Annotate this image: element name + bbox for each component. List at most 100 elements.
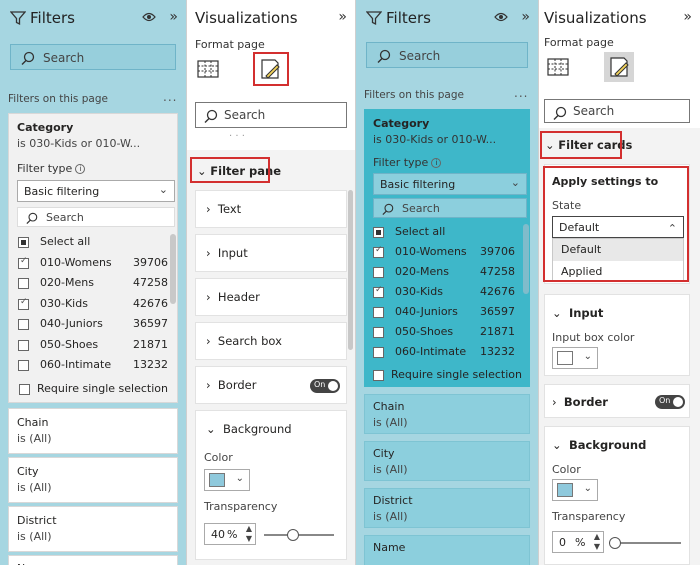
list-item[interactable]: Select all — [373, 224, 515, 242]
district-filter-card[interactable]: District is (All) — [8, 506, 178, 552]
list-item[interactable]: 060-Intimate 13232 — [373, 344, 515, 362]
state-select[interactable]: Default ⌃ — [552, 216, 684, 238]
state-option-applied[interactable]: Applied — [553, 261, 683, 283]
list-item[interactable]: 060-Intimate 13232 — [18, 357, 168, 375]
filters-header: Filters » — [0, 0, 186, 36]
list-item[interactable]: 050-Shoes 21871 — [373, 324, 515, 342]
viz-search-input[interactable]: Search — [195, 102, 347, 128]
chain-filter-card[interactable]: Chain is (All) — [8, 408, 178, 454]
category-filter-card[interactable]: Category is 030-Kids or 010-W... Filter … — [364, 109, 530, 387]
category-search-input[interactable]: Search — [17, 207, 175, 227]
transparency-slider[interactable] — [264, 529, 334, 541]
category-search-input[interactable]: Search — [373, 198, 527, 218]
transparency-input[interactable]: 40% ▲ ▼ — [204, 523, 256, 545]
background-card[interactable]: ⌄ Background Color ⌄ Transparency 40% ▲ ▼ — [195, 410, 347, 560]
name-filter-card[interactable]: Na — [8, 555, 178, 565]
input-box-color-picker[interactable]: ⌄ — [552, 347, 598, 369]
filter-pane-section[interactable]: ⌄ Filter pane — [197, 164, 281, 178]
list-item[interactable]: 040-Juniors 36597 — [18, 316, 168, 334]
collapse-icon[interactable]: » — [169, 9, 178, 25]
background-color-picker[interactable]: ⌄ — [552, 479, 598, 501]
require-single-checkbox[interactable] — [19, 384, 30, 395]
filters-search-input[interactable]: Search — [10, 44, 176, 70]
viz-format-sections: ⌄ Filter pane › Text › Input › Header › … — [187, 150, 355, 565]
item-checkbox[interactable] — [373, 285, 384, 298]
eye-icon[interactable] — [142, 11, 156, 23]
district-filter-card[interactable]: District is (All) — [364, 488, 530, 528]
transparency-slider[interactable] — [609, 537, 681, 549]
list-item[interactable]: 010-Womens 39706 — [18, 255, 168, 273]
collapse-icon[interactable]: » — [683, 9, 692, 25]
table-grid-icon[interactable] — [547, 56, 569, 78]
item-label: 050-Shoes — [395, 325, 454, 338]
format-brush-icon[interactable] — [255, 54, 285, 84]
item-checkbox[interactable] — [18, 339, 29, 351]
city-filter-card[interactable]: City is (All) — [8, 457, 178, 503]
background-color-picker[interactable]: ⌄ — [204, 469, 250, 491]
item-checkbox[interactable] — [18, 360, 29, 371]
item-count: 47258 — [480, 265, 515, 278]
list-item[interactable]: 020-Mens 47258 — [373, 264, 515, 282]
list-item[interactable]: 020-Mens 47258 — [18, 275, 168, 293]
viz-search-input[interactable]: Search — [544, 99, 690, 123]
chain-filter-card[interactable]: Chain is (All) — [364, 394, 530, 434]
item-checkbox[interactable] — [18, 278, 29, 289]
require-single-selection[interactable]: Require single selection — [19, 382, 174, 398]
require-single-selection[interactable]: Require single selection — [373, 368, 528, 384]
text-card[interactable]: › Text — [195, 190, 347, 228]
item-checkbox[interactable] — [373, 227, 384, 238]
filters-title: Filters — [30, 9, 75, 27]
filters-search-input[interactable]: Search — [366, 42, 528, 68]
list-item[interactable]: Select all — [18, 234, 168, 252]
city-filter-card[interactable]: City is (All) — [364, 441, 530, 481]
search-icon — [553, 106, 567, 120]
background-card[interactable]: ⌄ Background Color ⌄ Transparency 0% ▲ ▼ — [544, 426, 690, 565]
list-item[interactable]: 030-Kids 42676 — [373, 284, 515, 302]
table-grid-icon[interactable] — [197, 58, 219, 80]
search-icon — [204, 109, 218, 123]
border-card[interactable]: › Border On — [195, 366, 347, 404]
list-scrollbar[interactable] — [523, 224, 529, 294]
border-toggle[interactable]: On — [655, 395, 685, 409]
item-checkbox[interactable] — [373, 267, 384, 278]
item-checkbox[interactable] — [18, 237, 29, 248]
filter-type-select[interactable]: Basic filtering ⌄ — [17, 180, 175, 202]
require-single-checkbox[interactable] — [373, 370, 384, 381]
collapse-icon[interactable]: » — [521, 9, 530, 25]
list-item[interactable]: 010-Womens 39706 — [373, 244, 515, 262]
item-checkbox[interactable] — [18, 256, 29, 269]
slider-handle[interactable] — [287, 529, 299, 541]
search-placeholder: Search — [402, 202, 440, 215]
list-item[interactable]: 050-Shoes 21871 — [18, 337, 168, 355]
filter-type-select[interactable]: Basic filtering ⌄ — [373, 173, 527, 195]
border-card[interactable]: › Border On — [544, 384, 690, 418]
item-label: 050-Shoes — [40, 337, 99, 351]
item-checkbox[interactable] — [18, 319, 29, 330]
eye-icon[interactable] — [494, 11, 508, 23]
item-checkbox[interactable] — [373, 347, 384, 358]
format-brush-icon[interactable] — [604, 52, 634, 82]
category-filter-card[interactable]: Category is 030-Kids or 010-W... Filter … — [8, 113, 178, 403]
item-checkbox[interactable] — [18, 297, 29, 310]
item-checkbox[interactable] — [373, 307, 384, 318]
more-options-icon[interactable]: ... — [163, 90, 177, 104]
state-option-default[interactable]: Default — [553, 239, 683, 261]
slider-handle[interactable] — [609, 537, 621, 549]
header-card[interactable]: › Header — [195, 278, 347, 316]
item-checkbox[interactable] — [373, 327, 384, 338]
collapse-icon[interactable]: » — [338, 9, 347, 25]
viz-scrollbar[interactable] — [348, 190, 353, 350]
filter-cards-section[interactable]: ⌄ Filter cards — [545, 138, 632, 152]
name-filter-card[interactable]: Name — [364, 535, 530, 565]
more-options-icon[interactable]: ... — [514, 86, 528, 100]
input-card[interactable]: › Input — [195, 234, 347, 272]
transparency-label: Transparency — [204, 500, 278, 513]
transparency-input[interactable]: 0% ▲ ▼ — [552, 531, 604, 553]
item-checkbox[interactable] — [373, 245, 384, 258]
list-scrollbar[interactable] — [170, 234, 176, 304]
list-item[interactable]: 040-Juniors 36597 — [373, 304, 515, 322]
list-item[interactable]: 030-Kids 42676 — [18, 296, 168, 314]
search-box-card[interactable]: › Search box — [195, 322, 347, 360]
input-card[interactable]: ⌄ Input Input box color ⌄ — [544, 294, 690, 376]
border-toggle[interactable]: On — [310, 379, 340, 393]
